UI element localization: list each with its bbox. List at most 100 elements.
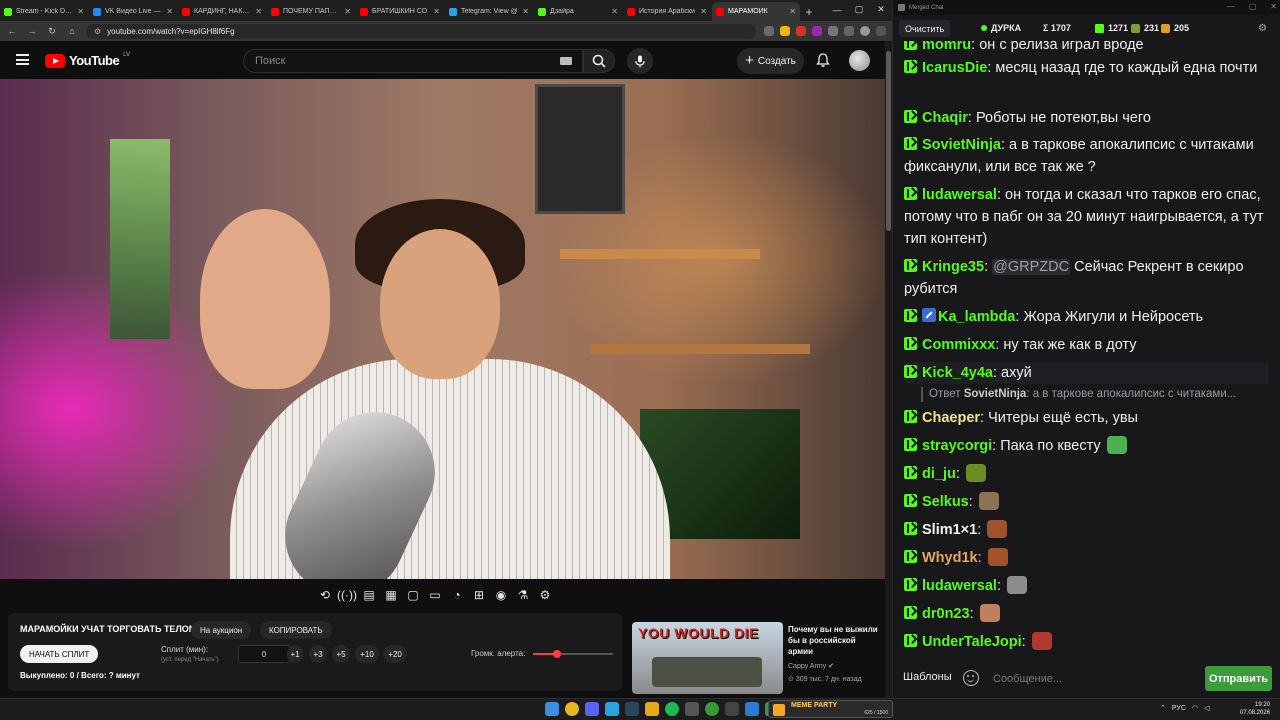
browser-tab[interactable]: ПОЧЕМУ ПАПА М ✕ xyxy=(267,2,355,21)
step-button[interactable]: +1 xyxy=(287,645,303,663)
reload-icon[interactable]: ↻ xyxy=(46,26,58,37)
chat-username[interactable]: Kick_4y4a xyxy=(922,365,993,381)
chat-username[interactable]: di_ju xyxy=(922,466,956,482)
recommended-thumbnail[interactable]: YOU WOULD DIE xyxy=(632,622,783,694)
chat-username[interactable]: Ka_lambda xyxy=(938,309,1015,325)
chat-message[interactable]: Slim1×1: xyxy=(904,519,1269,541)
video-player[interactable] xyxy=(0,79,885,579)
chat-message[interactable]: dr0n23: xyxy=(904,603,1269,625)
chat-message[interactable]: straycorgi: Пака по квесту xyxy=(904,435,1269,457)
chat-username[interactable]: Selkus xyxy=(922,494,969,510)
chat-message[interactable]: Whyd1k: xyxy=(904,547,1269,569)
search-button[interactable] xyxy=(583,49,615,73)
chat-username[interactable]: IcarusDie xyxy=(922,60,987,76)
screenshot-icon[interactable]: ◉ xyxy=(492,586,510,604)
chat-mention[interactable]: @GRPZDC xyxy=(992,259,1071,275)
discord-icon[interactable] xyxy=(585,702,599,716)
explorer-icon[interactable] xyxy=(645,702,659,716)
broadcast-icon[interactable]: ((·)) xyxy=(337,586,357,604)
step-button[interactable]: +20 xyxy=(383,645,407,663)
close-icon[interactable]: ✕ xyxy=(700,7,707,16)
chat-messages[interactable]: momru: он с релиза играл вроде IcarusDie:… xyxy=(893,41,1280,658)
gear-icon[interactable]: ⚙ xyxy=(1258,23,1267,34)
app-icon[interactable] xyxy=(725,702,739,716)
avatar[interactable] xyxy=(849,50,870,71)
browser-tab[interactable]: Telegram: View @ ✕ xyxy=(445,2,533,21)
step-button[interactable]: +3 xyxy=(309,645,327,663)
emoji-icon[interactable] xyxy=(963,670,979,686)
browser-tab[interactable]: Дзайра ✕ xyxy=(534,2,622,21)
chat-message[interactable]: SovietNinja: а в таркове апокалипсис с ч… xyxy=(904,134,1269,178)
keyboard-icon[interactable] xyxy=(560,57,572,65)
extension-icon[interactable] xyxy=(828,26,838,36)
telegram-icon[interactable] xyxy=(605,702,619,716)
chat-username[interactable]: Kringe35 xyxy=(922,259,984,275)
chat-message[interactable]: Kringe35: @GRPZDC Сейчас Рекрент в секир… xyxy=(904,256,1269,300)
app-icon[interactable] xyxy=(685,702,699,716)
close-icon[interactable]: ✕ xyxy=(1270,2,1277,11)
browser-tab[interactable]: VK Видео Live — ✕ xyxy=(89,2,177,21)
notifications-icon[interactable] xyxy=(815,52,831,68)
loop-icon[interactable]: ⟲ xyxy=(316,586,334,604)
close-icon[interactable]: ✕ xyxy=(522,7,529,16)
browser-tab[interactable]: КАРДИНГ, НАКРУ ✕ xyxy=(178,2,266,21)
gear-icon[interactable]: ⚙ xyxy=(536,586,554,604)
extension-icon[interactable] xyxy=(812,26,822,36)
volume-icon[interactable]: ◁ xyxy=(1204,704,1209,712)
add-icon[interactable]: ⊞ xyxy=(470,586,488,604)
auction-button[interactable]: На аукцион xyxy=(191,621,252,639)
slider-knob[interactable] xyxy=(553,650,561,658)
voice-search-button[interactable] xyxy=(627,48,653,74)
chat-message[interactable]: di_ju: xyxy=(904,463,1269,485)
chevron-up-icon[interactable]: ⌃ xyxy=(1160,704,1166,712)
back-icon[interactable]: ← xyxy=(6,26,18,36)
scrollbar-thumb[interactable] xyxy=(886,51,891,231)
browser-tab[interactable]: БРАТИШКИН СО ✕ xyxy=(356,2,444,21)
chat-message[interactable]: UnderTaleJopi: xyxy=(904,631,1269,653)
chat-username[interactable]: ludawersal xyxy=(922,578,997,594)
close-icon[interactable]: ✕ xyxy=(789,7,796,16)
menu-icon[interactable] xyxy=(16,54,29,65)
chat-username[interactable]: straycorgi xyxy=(922,438,992,454)
recommended-channel[interactable]: Cappy Army ✔ xyxy=(788,662,834,670)
subtitles-icon[interactable]: ▤ xyxy=(360,586,378,604)
maximize-icon[interactable]: ▢ xyxy=(848,0,870,19)
chat-message[interactable]: Chaeper: Читеры ещё есть, увы xyxy=(904,407,1269,429)
send-button[interactable]: Отправить xyxy=(1205,666,1272,691)
clock[interactable]: 19:20 07.08.2026 xyxy=(1240,701,1270,717)
chat-username[interactable]: UnderTaleJopi xyxy=(922,634,1022,650)
step-button[interactable]: +5 xyxy=(332,645,350,663)
chat-username[interactable]: SovietNinja xyxy=(922,137,1001,153)
chat-message[interactable]: Selkus: xyxy=(904,491,1269,513)
chat-username[interactable]: Commixxx xyxy=(922,337,995,353)
message-input[interactable]: Сообщение... xyxy=(987,666,1199,691)
start-split-button[interactable]: НАЧАТЬ СПЛИТ xyxy=(20,645,99,663)
browser-tab[interactable]: Stream - Kick Dash ✕ xyxy=(0,2,88,21)
new-tab-button[interactable]: + xyxy=(801,2,817,21)
minimize-icon[interactable]: — xyxy=(1227,2,1235,11)
chat-message[interactable]: IcarusDie: месяц назад где то каждый едн… xyxy=(904,57,1269,79)
chat-message[interactable]: ludawersal: xyxy=(904,575,1269,597)
chat-message[interactable]: Kick_4y4a: ахуй xyxy=(904,362,1269,384)
start-icon[interactable] xyxy=(545,702,559,716)
meme-party-widget[interactable]: MEME PARTY 625 / 1500 xyxy=(768,700,893,718)
url-field[interactable]: ⚙ youtube.com/watch?v=epIGH8lf6Fg xyxy=(86,23,756,39)
chat-message[interactable]: Chaqir: Роботы не потеют,вы чего xyxy=(904,107,1269,129)
close-icon[interactable]: ✕ xyxy=(166,7,173,16)
chat-reply-context[interactable]: Ответ SovietNinja: а в таркове апокалипс… xyxy=(921,387,1266,402)
recommended-title[interactable]: Почему вы не выжили бы в российской арми… xyxy=(788,624,880,657)
spotify-icon[interactable] xyxy=(665,702,679,716)
youtube-logo[interactable]: YouTube LV xyxy=(45,52,130,68)
flask-icon[interactable]: ⚗ xyxy=(514,586,532,604)
extension-icon[interactable] xyxy=(764,26,774,36)
download-icon[interactable] xyxy=(844,26,854,36)
chat-username[interactable]: ludawersal xyxy=(922,187,997,203)
search-input[interactable]: Поиск xyxy=(243,49,583,73)
step-button[interactable]: +10 xyxy=(355,645,379,663)
chat-message[interactable]: Ka_lambda: Жора Жигули и Нейросеть xyxy=(904,306,1269,328)
chat-message[interactable]: Commixxx: ну так же как в доту xyxy=(904,334,1269,356)
copy-button[interactable]: КОПИРОВАТЬ xyxy=(260,621,332,639)
minimize-icon[interactable]: — xyxy=(826,0,848,19)
clapper-icon[interactable]: ▦ xyxy=(382,586,400,604)
xbox-icon[interactable] xyxy=(705,702,719,716)
